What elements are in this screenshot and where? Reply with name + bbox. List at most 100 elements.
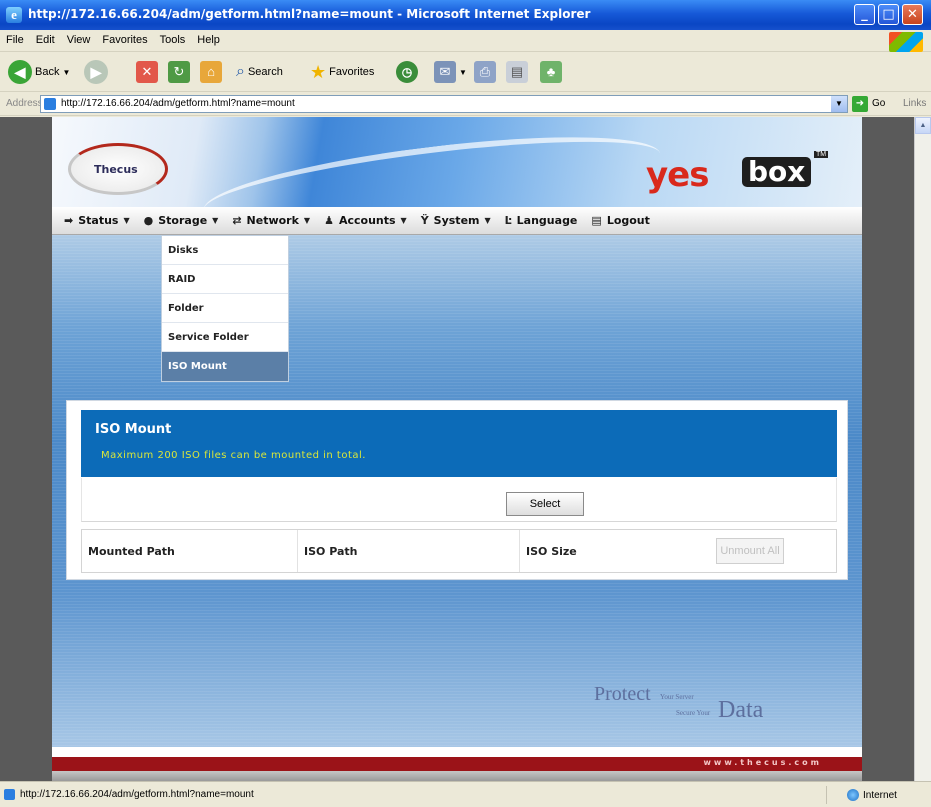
ie-logo-icon: e <box>6 7 22 23</box>
column-iso-size: ISO Size <box>526 544 577 558</box>
favorites-label: Favorites <box>329 66 375 78</box>
refresh-icon: ↻ <box>168 61 190 83</box>
favorites-button[interactable]: ★ Favorites <box>310 58 374 86</box>
users-icon: ♟ <box>324 214 334 227</box>
nav-language-label: Language <box>516 214 578 227</box>
messenger-button[interactable]: ♣ <box>540 58 562 86</box>
status-text: http://172.16.66.204/adm/getform.html?na… <box>20 789 254 800</box>
nav-status[interactable]: ➡ Status ▼ <box>64 214 130 227</box>
go-arrow-icon[interactable]: ➜ <box>852 96 868 112</box>
trademark-mark: TM <box>814 151 829 158</box>
stop-button[interactable]: ✕ <box>136 58 158 86</box>
chevron-down-icon: ▼ <box>484 216 491 225</box>
globe-icon <box>847 789 859 801</box>
nav-system-label: System <box>433 214 480 227</box>
search-button[interactable]: ⌕ Search <box>236 58 283 86</box>
nav-accounts-label: Accounts <box>338 214 396 227</box>
panel-subtitle: Maximum 200 ISO files can be mounted in … <box>101 450 366 461</box>
search-icon: ⌕ <box>236 63 245 80</box>
column-mounted-path: Mounted Path <box>82 530 298 572</box>
yes-logo-text: yes <box>646 155 709 195</box>
tagline-protect: Protect <box>594 683 651 705</box>
edit-button[interactable]: ▤ <box>506 58 528 86</box>
window-title: http://172.16.66.204/adm/getform.html?na… <box>28 7 591 21</box>
menu-file[interactable]: File <box>0 30 30 46</box>
menu-bar: File Edit View Favorites Tools Help <box>0 30 931 52</box>
messenger-icon: ♣ <box>540 61 562 83</box>
minimize-button[interactable]: _ <box>854 4 875 25</box>
address-bar: Address http://172.16.66.204/adm/getform… <box>0 92 931 116</box>
home-button[interactable]: ⌂ <box>200 58 222 86</box>
menu-edit[interactable]: Edit <box>30 30 61 46</box>
network-icon: ⇄ <box>232 214 242 227</box>
stop-icon: ✕ <box>136 61 158 83</box>
star-icon: ★ <box>310 61 327 82</box>
nav-accounts[interactable]: ♟ Accounts ▼ <box>324 214 407 227</box>
chevron-down-icon: ▼ <box>400 216 407 225</box>
menu-favorites[interactable]: Favorites <box>96 30 153 46</box>
tagline-data: Data <box>718 697 764 723</box>
go-button[interactable]: Go <box>872 98 885 109</box>
refresh-button[interactable]: ↻ <box>168 58 190 86</box>
mail-icon: ✉ <box>434 61 456 83</box>
menu-view[interactable]: View <box>61 30 97 46</box>
iso-mount-panel: ISO Mount Maximum 200 ISO files can be m… <box>66 400 848 580</box>
header-banner: Thecus yes box TM <box>52 117 862 245</box>
web-page: Thecus yes box TM ➡ Status ▼ ● Storage ▼… <box>52 117 862 781</box>
windows-logo-icon <box>889 32 923 52</box>
history-button[interactable]: ◷ <box>396 58 418 86</box>
menu-item-iso-mount[interactable]: ISO Mount <box>162 352 288 381</box>
menu-help[interactable]: Help <box>191 30 226 46</box>
select-button[interactable]: Select <box>506 492 584 516</box>
forward-arrow-icon: ▶ <box>84 60 108 84</box>
nav-logout[interactable]: ▤ Logout <box>591 214 650 227</box>
menu-item-disks[interactable]: Disks <box>162 236 288 265</box>
back-button[interactable]: ◀ Back ▼ <box>8 58 70 86</box>
nav-language[interactable]: Ŀ Language <box>505 214 578 227</box>
storage-dropdown-menu: Disks RAID Folder Service Folder ISO Mou… <box>161 235 289 382</box>
forward-button[interactable]: ▶ <box>84 58 108 86</box>
address-dropdown-icon[interactable]: ▼ <box>831 96 847 112</box>
search-label: Search <box>247 66 283 78</box>
menu-item-raid[interactable]: RAID <box>162 265 288 294</box>
box-logo-text: box <box>742 157 812 187</box>
address-url[interactable]: http://172.16.66.204/adm/getform.html?na… <box>61 98 295 109</box>
vertical-scrollbar[interactable]: ▲ <box>914 117 931 781</box>
footer-bottom-strip <box>52 771 862 781</box>
back-dropdown-icon[interactable]: ▼ <box>62 68 70 77</box>
arrow-icon: ➡ <box>64 214 74 227</box>
menu-item-service-folder[interactable]: Service Folder <box>162 323 288 352</box>
print-icon: ⎙ <box>474 61 496 83</box>
close-button[interactable]: ✕ <box>902 4 923 25</box>
page-icon <box>44 98 56 110</box>
nav-network-label: Network <box>246 214 299 227</box>
address-label: Address <box>6 98 43 109</box>
back-label: Back <box>35 66 60 78</box>
print-button[interactable]: ⎙ <box>474 58 496 86</box>
browser-toolbar: ◀ Back ▼ ▶ ✕ ↻ ⌂ ⌕ Search ★ Favorites ◷ … <box>0 52 931 92</box>
menu-tools[interactable]: Tools <box>154 30 192 46</box>
security-zone: Internet <box>826 786 926 804</box>
status-bar: http://172.16.66.204/adm/getform.html?na… <box>0 781 931 807</box>
page-status-icon <box>4 789 15 800</box>
nav-system[interactable]: Ϋ System ▼ <box>421 214 491 227</box>
address-input[interactable]: http://172.16.66.204/adm/getform.html?na… <box>40 95 848 113</box>
history-icon: ◷ <box>396 61 418 83</box>
menu-item-folder[interactable]: Folder <box>162 294 288 323</box>
mail-dropdown-icon[interactable]: ▼ <box>459 68 467 77</box>
panel-header: ISO Mount Maximum 200 ISO files can be m… <box>81 410 837 477</box>
links-button[interactable]: Links <box>903 98 926 109</box>
zone-label: Internet <box>863 789 897 801</box>
nav-storage-label: Storage <box>158 214 208 227</box>
scroll-up-icon[interactable]: ▲ <box>915 117 931 134</box>
back-arrow-icon: ◀ <box>8 60 32 84</box>
panel-title: ISO Mount <box>95 422 172 437</box>
chevron-down-icon: ▼ <box>303 216 311 225</box>
maximize-button[interactable]: □ <box>878 4 899 25</box>
main-nav: ➡ Status ▼ ● Storage ▼ ⇄ Network ▼ ♟ Acc… <box>52 207 862 235</box>
nav-network[interactable]: ⇄ Network ▼ <box>232 214 310 227</box>
tagline-secure-your: Secure Your <box>676 709 711 717</box>
nav-storage[interactable]: ● Storage ▼ <box>144 214 219 227</box>
mail-button[interactable]: ✉ ▼ <box>434 58 467 86</box>
unmount-all-button[interactable]: Unmount All <box>716 538 784 564</box>
